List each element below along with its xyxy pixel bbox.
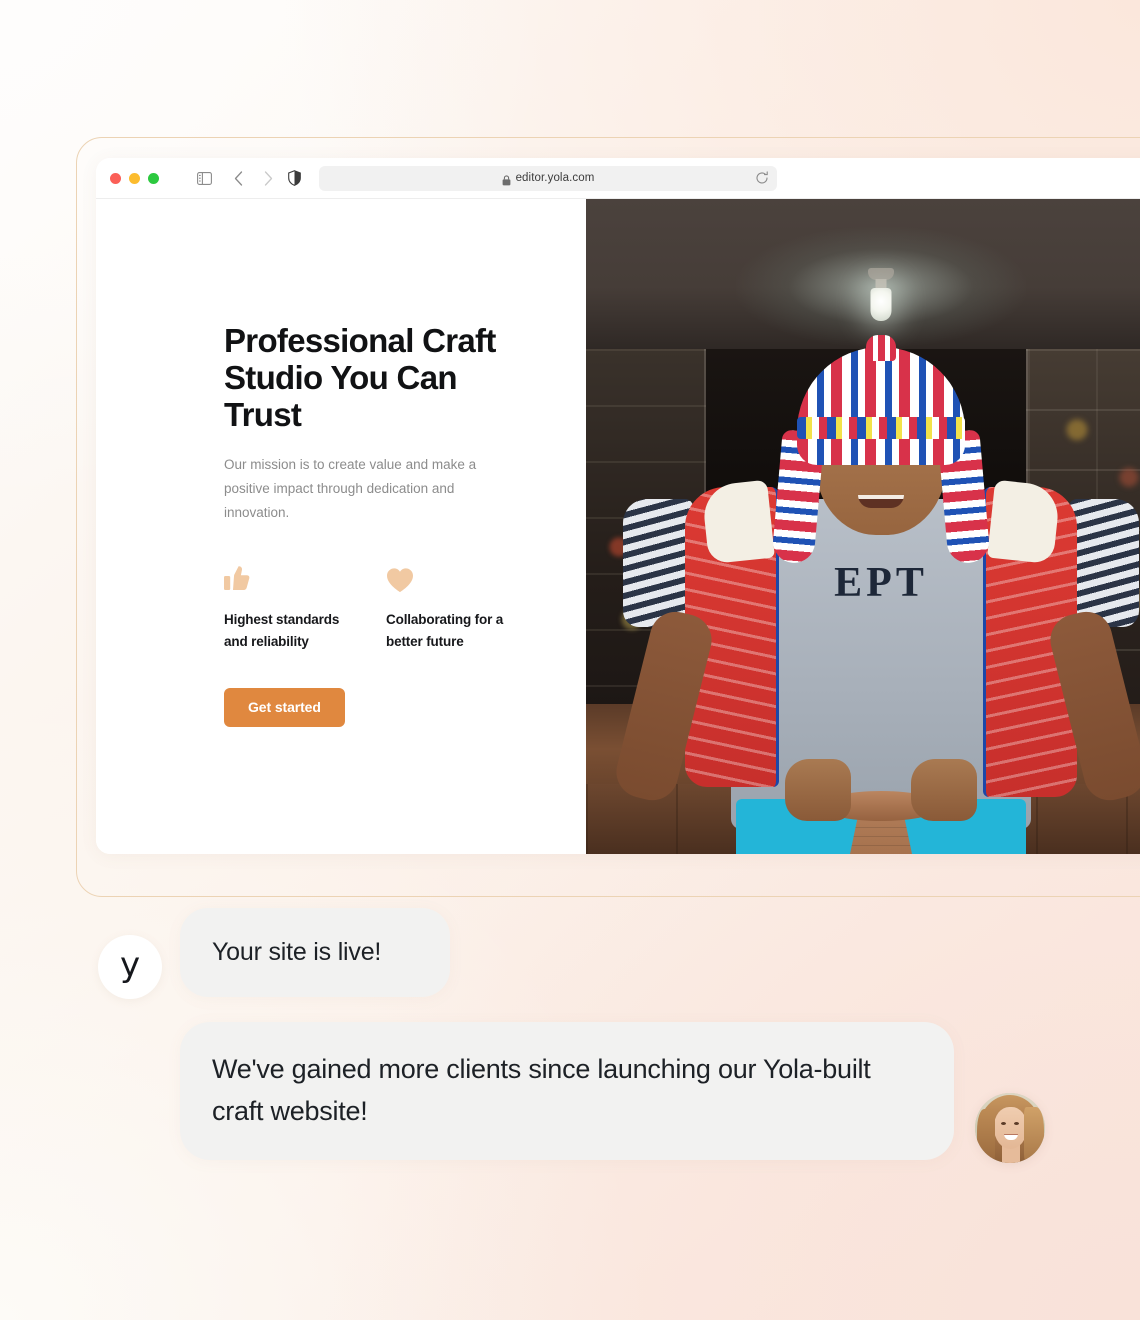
- minimize-window-button[interactable]: [129, 172, 140, 184]
- heart-icon: [386, 563, 548, 593]
- browser-toolbar: editor.yola.com: [96, 158, 1140, 199]
- chat-bubble-customer: We've gained more clients since launchin…: [180, 1022, 954, 1160]
- ceiling-light-bulb: [870, 288, 892, 321]
- browser-window: editor.yola.com Professional Craft Studi…: [96, 158, 1140, 854]
- get-started-button[interactable]: Get started: [224, 687, 345, 727]
- hero-subtitle: Our mission is to create value and make …: [224, 456, 477, 520]
- hero-text-column: Professional Craft Studio You Can Trust …: [96, 199, 586, 854]
- maximize-window-button[interactable]: [148, 172, 159, 184]
- chat-message-text: Your site is live!: [212, 938, 382, 966]
- sidebar-toggle-icon[interactable]: [191, 165, 217, 191]
- feature-list: Highest standards and reliability Collab…: [224, 563, 586, 653]
- feature-item: Highest standards and reliability: [224, 563, 386, 653]
- reload-icon[interactable]: [755, 171, 769, 185]
- forward-button[interactable]: [255, 165, 281, 191]
- yola-logo-mark: y: [119, 945, 141, 985]
- thumbs-up-icon: [224, 563, 386, 593]
- yola-brand-avatar: y: [98, 935, 162, 999]
- address-bar[interactable]: editor.yola.com: [319, 165, 777, 191]
- back-button[interactable]: [225, 165, 251, 191]
- potter-hand-right: [911, 759, 977, 821]
- privacy-shield-icon[interactable]: [281, 165, 307, 191]
- customer-avatar: [975, 1093, 1045, 1163]
- chat-message-text: We've gained more clients since launchin…: [212, 1054, 871, 1126]
- url-text: editor.yola.com: [515, 172, 595, 184]
- chat-bubble-yola: Your site is live!: [180, 908, 450, 997]
- feature-label: Highest standards and reliability: [224, 611, 340, 649]
- window-controls: [110, 172, 159, 184]
- address-bar-content: editor.yola.com: [502, 172, 595, 185]
- feature-item: Collaborating for a better future: [386, 563, 548, 653]
- hero-photo: EPT: [586, 199, 1140, 854]
- page-title: Professional Craft Studio You Can Trust: [224, 322, 496, 433]
- website-preview: Professional Craft Studio You Can Trust …: [96, 199, 1140, 854]
- feature-label: Collaborating for a better future: [386, 611, 504, 649]
- lock-icon: [502, 173, 511, 185]
- potter-hand-left: [785, 759, 851, 821]
- navigation-buttons: [225, 165, 281, 191]
- shirt-lettering: EPT: [834, 560, 928, 606]
- close-window-button[interactable]: [110, 172, 121, 184]
